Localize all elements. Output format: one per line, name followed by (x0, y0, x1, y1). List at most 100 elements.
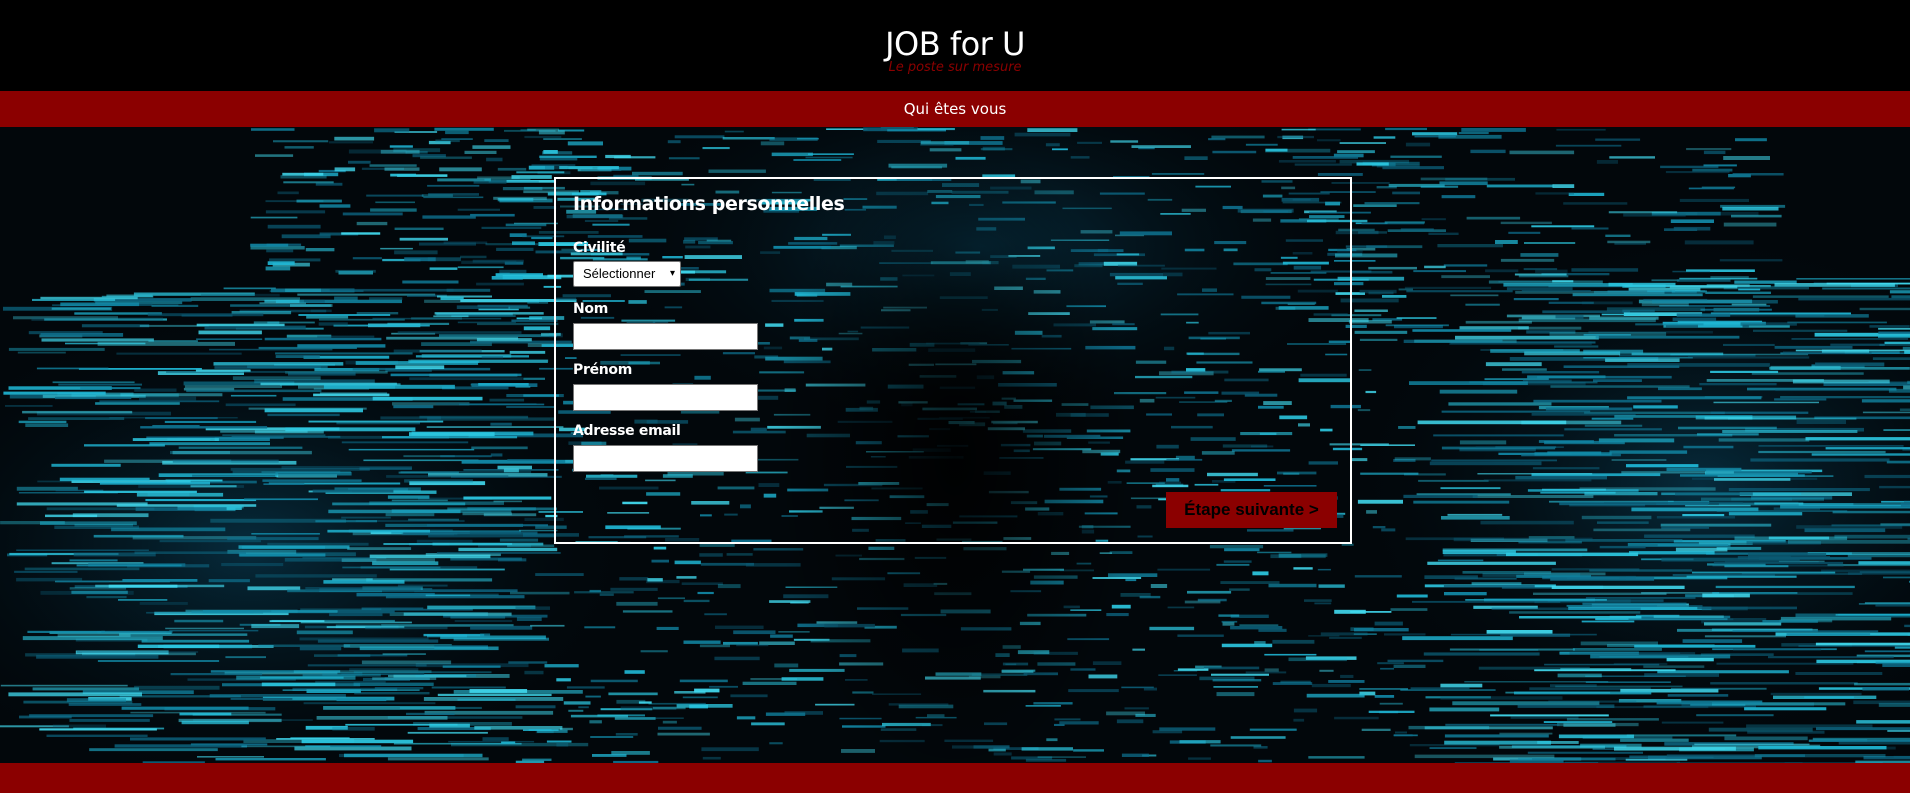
code-line (1280, 680, 1311, 684)
code-line (699, 644, 730, 648)
code-line (69, 718, 150, 722)
code-line (169, 629, 259, 632)
code-line (1400, 689, 1496, 691)
code-line (624, 670, 645, 674)
code-line (275, 352, 413, 355)
code-line (415, 355, 529, 358)
code-line (1666, 467, 1742, 472)
code-line (1883, 429, 1910, 431)
code-line (648, 702, 706, 705)
code-line (101, 630, 173, 633)
code-line (502, 187, 543, 191)
code-line (1518, 326, 1582, 330)
code-line (507, 544, 555, 548)
nom-input[interactable] (573, 323, 758, 350)
code-line (1150, 584, 1168, 588)
code-line (1704, 416, 1753, 420)
code-line (317, 335, 375, 338)
code-line (251, 533, 320, 535)
code-line (225, 403, 296, 407)
code-line (303, 702, 436, 705)
code-line (416, 539, 473, 543)
code-line (1722, 206, 1779, 211)
code-line (213, 362, 344, 366)
code-line (1224, 548, 1260, 552)
code-line (1390, 155, 1442, 158)
code-line (1697, 433, 1759, 436)
code-line (1500, 633, 1571, 637)
code-line (181, 720, 249, 725)
code-line (1488, 280, 1603, 284)
code-line (434, 312, 544, 315)
code-line (1485, 362, 1542, 367)
code-line (1744, 707, 1827, 711)
site-header: JOB for U Le poste sur mesure (0, 0, 1910, 91)
code-line (592, 754, 627, 757)
code-line (457, 321, 516, 324)
code-line (544, 664, 579, 668)
code-line (223, 287, 276, 290)
code-line (1879, 343, 1910, 346)
code-line (1582, 605, 1703, 607)
code-line (1268, 583, 1317, 588)
code-line (1585, 597, 1696, 599)
next-step-button[interactable]: Étape suivante > (1166, 492, 1337, 528)
code-line (457, 266, 504, 269)
code-line (458, 547, 558, 552)
code-line (1293, 567, 1313, 570)
code-line (590, 736, 634, 738)
nav-item-qui-etes-vous[interactable]: Qui êtes vous (904, 91, 1007, 127)
code-line (16, 502, 148, 506)
code-line (266, 249, 294, 253)
code-line (1657, 544, 1729, 547)
code-line (608, 692, 658, 696)
code-line (118, 599, 168, 601)
code-line (1699, 383, 1777, 386)
code-line (391, 499, 448, 502)
code-line (1361, 728, 1391, 731)
code-line (1798, 297, 1910, 301)
code-line (1220, 581, 1280, 584)
code-line (1622, 309, 1655, 313)
code-line (589, 589, 601, 593)
code-line (480, 633, 491, 638)
code-line (531, 237, 553, 240)
code-line (1883, 576, 1910, 579)
code-line (318, 322, 348, 326)
code-line (1366, 510, 1377, 514)
code-line (356, 221, 388, 226)
code-line (1398, 288, 1413, 291)
code-line (1653, 615, 1724, 618)
prenom-input[interactable] (573, 384, 758, 411)
code-line (1595, 335, 1740, 339)
code-line (1611, 459, 1667, 461)
civilite-select[interactable]: Sélectionner ▾ (573, 261, 681, 287)
code-line (422, 215, 476, 219)
code-line (472, 145, 511, 149)
code-line (793, 159, 842, 161)
email-input[interactable] (573, 445, 758, 472)
code-line (403, 612, 512, 616)
code-line (1705, 291, 1771, 294)
code-line (1596, 160, 1618, 164)
code-line (1643, 705, 1756, 708)
code-line (1688, 187, 1734, 190)
code-line (1762, 620, 1818, 623)
code-line (482, 737, 509, 741)
code-line (1735, 138, 1767, 142)
code-line (652, 706, 686, 710)
code-line (1480, 520, 1574, 525)
code-line (1385, 324, 1449, 327)
code-line (297, 344, 386, 348)
code-line (1704, 635, 1786, 638)
code-line (1533, 592, 1667, 595)
code-line (380, 149, 420, 154)
code-line (1188, 757, 1211, 760)
code-line (543, 150, 558, 154)
code-line (1385, 127, 1427, 131)
code-line (1358, 231, 1387, 234)
code-line (1230, 736, 1286, 739)
code-line (1465, 599, 1607, 601)
code-line (751, 722, 785, 726)
code-line (198, 330, 262, 335)
